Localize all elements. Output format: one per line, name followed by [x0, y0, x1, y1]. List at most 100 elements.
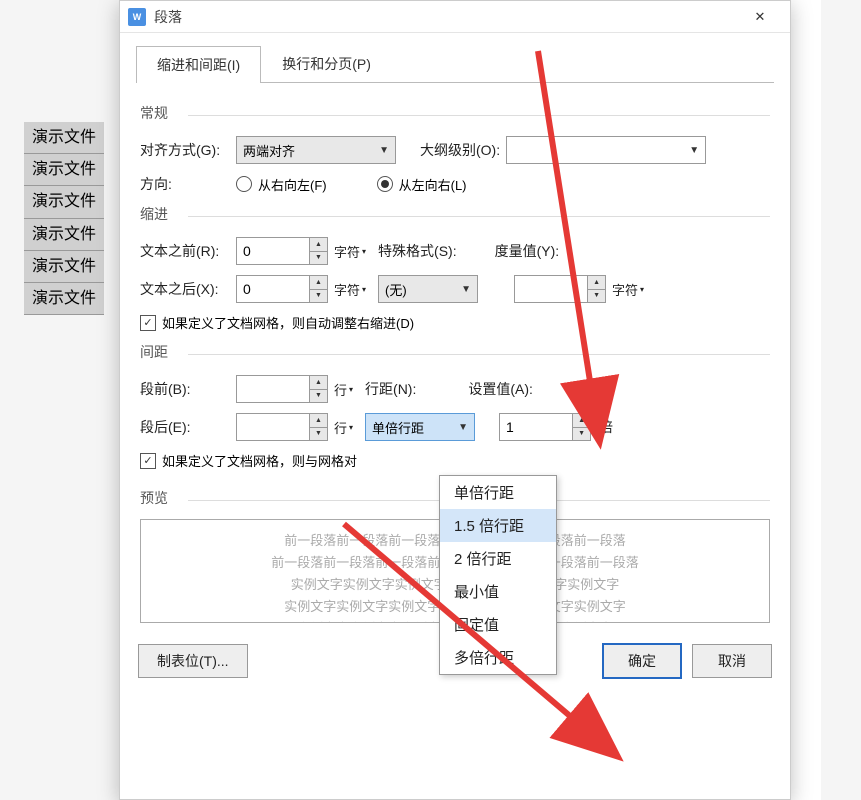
- background-file-list: 演示文件 演示文件 演示文件 演示文件 演示文件 演示文件: [24, 122, 104, 315]
- checkbox-icon: ✓: [140, 453, 156, 469]
- direction-label: 方向:: [140, 174, 230, 194]
- setval-label: 设置值(A):: [468, 379, 533, 399]
- linespace-option-single[interactable]: 单倍行距: [440, 476, 556, 509]
- space-after-unit[interactable]: 行▾: [334, 418, 353, 437]
- tabs-button[interactable]: 制表位(T)...: [138, 644, 248, 678]
- chevron-down-icon: ▼: [458, 422, 468, 433]
- linespace-option-fixed[interactable]: 固定值: [440, 608, 556, 641]
- measure-unit[interactable]: 字符▾: [612, 280, 644, 299]
- align-value: 两端对齐: [243, 141, 295, 160]
- measure-spinner[interactable]: ▲▼: [514, 275, 606, 303]
- list-item: 演示文件: [24, 251, 104, 283]
- cancel-button[interactable]: 取消: [692, 644, 772, 678]
- measure-label: 度量值(Y):: [495, 241, 560, 261]
- indent-grid-checkbox[interactable]: ✓ 如果定义了文档网格，则自动调整右缩进(D): [140, 313, 770, 332]
- indent-after-unit[interactable]: 字符▾: [334, 280, 366, 299]
- special-label: 特殊格式(S):: [378, 241, 457, 261]
- chevron-down-icon: ▾: [362, 247, 366, 256]
- chevron-up-icon: ▲: [310, 376, 327, 390]
- chevron-down-icon: ▾: [349, 385, 353, 394]
- special-dropdown[interactable]: (无) ▼: [378, 275, 478, 303]
- chevron-down-icon: ▼: [310, 428, 327, 441]
- checkbox-icon: ✓: [140, 315, 156, 331]
- setval-unit: 倍: [599, 417, 613, 437]
- dialog-title: 段落: [154, 7, 738, 27]
- indent-grid-label: 如果定义了文档网格，则自动调整右缩进(D): [162, 313, 414, 332]
- linespace-option-multi[interactable]: 多倍行距: [440, 641, 556, 674]
- radio-ltr-label: 从左向右(L): [399, 175, 467, 194]
- list-item: 演示文件: [24, 122, 104, 154]
- spacing-grid-label: 如果定义了文档网格，则与网格对: [162, 451, 357, 470]
- group-indent: 缩进: [140, 204, 770, 227]
- outline-label: 大纲级别(O):: [420, 140, 500, 160]
- tab-page[interactable]: 换行和分页(P): [261, 45, 392, 82]
- indent-before-label: 文本之前(R):: [140, 241, 230, 261]
- spinner-buttons[interactable]: ▲▼: [309, 376, 327, 402]
- chevron-down-icon: ▼: [310, 390, 327, 403]
- chevron-down-icon: ▾: [640, 285, 644, 294]
- setval-spinner[interactable]: 1 ▲▼: [499, 413, 591, 441]
- align-label: 对齐方式(G):: [140, 140, 230, 160]
- chevron-down-icon: ▼: [379, 145, 389, 156]
- linespace-option-min[interactable]: 最小值: [440, 575, 556, 608]
- align-dropdown[interactable]: 两端对齐 ▼: [236, 136, 396, 164]
- indent-before-value: 0: [237, 243, 309, 259]
- spinner-buttons[interactable]: ▲▼: [309, 238, 327, 264]
- linespace-option-2[interactable]: 2 倍行距: [440, 542, 556, 575]
- radio-icon: [377, 176, 393, 192]
- space-after-label: 段后(E):: [140, 417, 230, 437]
- spinner-buttons[interactable]: ▲▼: [309, 414, 327, 440]
- outline-dropdown[interactable]: ▼: [506, 136, 706, 164]
- chevron-up-icon: ▲: [310, 414, 327, 428]
- space-before-unit[interactable]: 行▾: [334, 380, 353, 399]
- linespace-value: 单倍行距: [372, 418, 424, 437]
- app-icon: W: [128, 8, 146, 26]
- ok-button[interactable]: 确定: [602, 643, 682, 679]
- tab-strip: 缩进和间距(I) 换行和分页(P): [136, 45, 774, 83]
- space-before-spinner[interactable]: ▲▼: [236, 375, 328, 403]
- linespace-label: 行距(N):: [365, 379, 416, 399]
- close-button[interactable]: ✕: [738, 2, 782, 32]
- chevron-down-icon: ▼: [689, 145, 699, 156]
- list-item: 演示文件: [24, 283, 104, 315]
- spacing-grid-checkbox[interactable]: ✓ 如果定义了文档网格，则与网格对: [140, 451, 770, 470]
- chevron-down-icon: ▾: [362, 285, 366, 294]
- close-icon: ✕: [755, 9, 766, 25]
- paragraph-dialog: W 段落 ✕ 缩进和间距(I) 换行和分页(P) 常规 对齐方式(G): 两端对…: [119, 0, 791, 800]
- chevron-up-icon: ▲: [573, 414, 590, 428]
- linespace-option-1-5[interactable]: 1.5 倍行距: [440, 509, 556, 542]
- chevron-down-icon: ▾: [349, 423, 353, 432]
- indent-before-spinner[interactable]: 0 ▲▼: [236, 237, 328, 265]
- group-spacing: 间距: [140, 342, 770, 365]
- chevron-up-icon: ▲: [310, 276, 327, 290]
- titlebar: W 段落 ✕: [120, 1, 790, 33]
- chevron-down-icon: ▼: [310, 252, 327, 265]
- list-item: 演示文件: [24, 186, 104, 218]
- tab-indent[interactable]: 缩进和间距(I): [136, 46, 261, 83]
- background-left-panel: [0, 0, 119, 800]
- space-before-label: 段前(B):: [140, 379, 230, 399]
- spinner-buttons[interactable]: ▲▼: [587, 276, 605, 302]
- group-general: 常规: [140, 103, 770, 126]
- list-item: 演示文件: [24, 219, 104, 251]
- radio-rtl[interactable]: 从右向左(F): [236, 175, 327, 194]
- indent-after-spinner[interactable]: 0 ▲▼: [236, 275, 328, 303]
- linespace-dropdown[interactable]: 单倍行距 ▼: [365, 413, 475, 441]
- background-right-panel: [821, 0, 861, 800]
- chevron-up-icon: ▲: [588, 276, 605, 290]
- special-value: (无): [385, 280, 407, 299]
- space-after-spinner[interactable]: ▲▼: [236, 413, 328, 441]
- chevron-up-icon: ▲: [310, 238, 327, 252]
- chevron-down-icon: ▼: [588, 290, 605, 303]
- setval-value: 1: [500, 419, 572, 435]
- radio-ltr[interactable]: 从左向右(L): [377, 175, 467, 194]
- indent-before-unit[interactable]: 字符▾: [334, 242, 366, 261]
- spinner-buttons[interactable]: ▲▼: [309, 276, 327, 302]
- radio-icon: [236, 176, 252, 192]
- indent-after-value: 0: [237, 281, 309, 297]
- chevron-down-icon: ▼: [461, 284, 471, 295]
- spinner-buttons[interactable]: ▲▼: [572, 414, 590, 440]
- chevron-down-icon: ▼: [573, 428, 590, 441]
- list-item: 演示文件: [24, 154, 104, 186]
- chevron-down-icon: ▼: [310, 290, 327, 303]
